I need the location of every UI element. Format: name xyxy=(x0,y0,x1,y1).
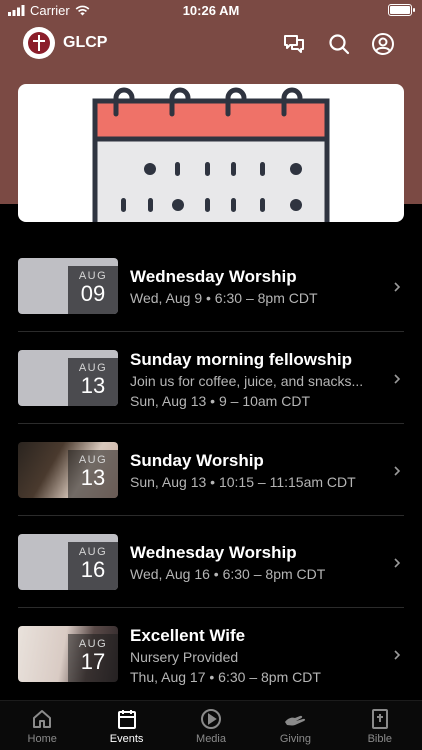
tab-media[interactable]: Media xyxy=(169,701,253,750)
event-date-badge: AUG 13 xyxy=(68,358,118,406)
event-title: Wednesday Worship xyxy=(130,267,297,286)
play-icon xyxy=(201,709,222,729)
event-item[interactable]: AUG 16 Wednesday Worship Wed, Aug 16 • 6… xyxy=(18,516,404,608)
messages-icon[interactable] xyxy=(282,32,306,56)
search-icon[interactable] xyxy=(327,32,351,56)
event-date-badge: AUG 17 xyxy=(68,634,118,682)
tab-bible[interactable]: Bible xyxy=(338,701,422,750)
status-time: 10:26 AM xyxy=(182,3,240,18)
bible-icon xyxy=(371,709,388,729)
profile-icon[interactable] xyxy=(371,32,395,56)
chevron-right-icon xyxy=(394,558,401,568)
event-time: Sun, Aug 13 • 10:15 – 11:15am CDT xyxy=(130,474,356,490)
status-bar: Carrier 10:26 AM xyxy=(0,0,422,22)
tab-events[interactable]: Events xyxy=(84,701,168,750)
event-thumbnail: AUG 17 xyxy=(18,626,118,682)
event-title: Wednesday Worship xyxy=(130,543,297,562)
event-time: Wed, Aug 9 • 6:30 – 8pm CDT xyxy=(130,290,318,306)
event-thumbnail: AUG 13 xyxy=(18,350,118,406)
event-date-badge: AUG 13 xyxy=(68,450,118,498)
event-description: Join us for coffee, juice, and snacks... xyxy=(130,373,364,389)
chevron-right-icon xyxy=(394,466,401,476)
tab-giving[interactable]: Giving xyxy=(253,701,337,750)
event-title: Sunday morning fellowship xyxy=(130,350,352,369)
event-item[interactable]: AUG 09 Wednesday Worship Wed, Aug 9 • 6:… xyxy=(18,240,404,332)
event-item[interactable]: AUG 13 Sunday morning fellowship Join us… xyxy=(18,332,404,424)
app-title: GLCP xyxy=(63,34,108,51)
event-date-badge: AUG 16 xyxy=(68,542,118,590)
calendar-illustration xyxy=(92,87,330,222)
chevron-right-icon xyxy=(394,650,401,660)
tab-home[interactable]: Home xyxy=(0,701,84,750)
giving-hand-icon xyxy=(285,715,306,726)
event-description: Nursery Provided xyxy=(130,649,239,665)
event-title: Excellent Wife xyxy=(130,626,246,645)
events-list: AUG 09 Wednesday Worship Wed, Aug 9 • 6:… xyxy=(0,240,422,700)
event-thumbnail: AUG 09 xyxy=(18,258,118,314)
event-date-badge: AUG 09 xyxy=(68,266,118,314)
chevron-right-icon xyxy=(394,374,401,384)
app-bar: GLCP xyxy=(0,22,422,66)
chevron-right-icon xyxy=(394,282,401,292)
battery-icon xyxy=(388,4,415,16)
bottom-tab-bar: Home Events Media Giving Bible xyxy=(0,700,422,750)
event-thumbnail: AUG 16 xyxy=(18,534,118,590)
event-time: Wed, Aug 16 • 6:30 – 8pm CDT xyxy=(130,566,326,582)
event-item[interactable]: AUG 13 Sunday Worship Sun, Aug 13 • 10:1… xyxy=(18,424,404,516)
events-hero-banner xyxy=(18,84,404,222)
calendar-icon xyxy=(117,710,136,729)
home-icon xyxy=(33,710,52,728)
event-time: Sun, Aug 13 • 9 – 10am CDT xyxy=(130,393,311,409)
event-item[interactable]: AUG 17 Excellent Wife Nursery Provided T… xyxy=(18,608,404,700)
event-thumbnail: AUG 13 xyxy=(18,442,118,498)
church-logo[interactable] xyxy=(23,27,55,59)
event-time: Thu, Aug 17 • 6:30 – 8pm CDT xyxy=(130,669,321,685)
event-title: Sunday Worship xyxy=(130,451,264,470)
